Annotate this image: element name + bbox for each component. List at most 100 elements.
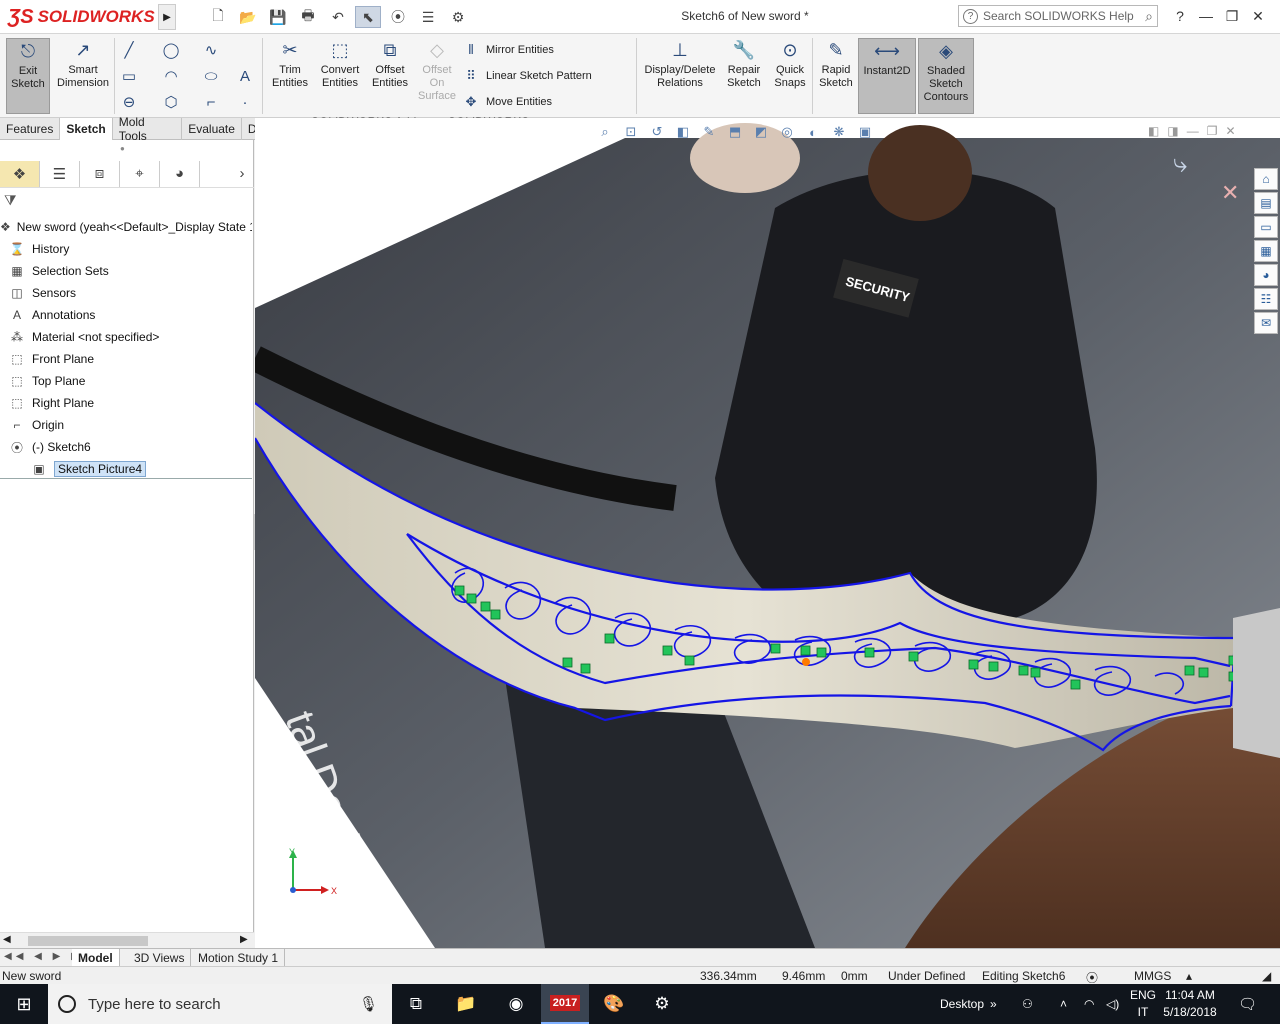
menu-expand-arrow[interactable]: ▶ bbox=[158, 4, 176, 30]
linear-sketch-pattern-button[interactable]: ⠿ Linear Sketch Pattern bbox=[462, 68, 592, 84]
previous-view-icon[interactable]: ↺ bbox=[647, 122, 667, 142]
options-gear-icon[interactable]: ⚙ bbox=[445, 6, 471, 28]
scroll-left-icon[interactable]: ◀ bbox=[3, 934, 11, 945]
undo-icon[interactable]: ↶ bbox=[325, 6, 351, 28]
move-entities-button[interactable]: ✥ Move Entities bbox=[462, 94, 552, 110]
tab-features[interactable]: Features bbox=[0, 118, 61, 140]
hide-show-items-icon[interactable]: ◎ bbox=[777, 122, 797, 142]
microphone-icon[interactable]: 🎙 bbox=[359, 995, 378, 1013]
file-explorer-icon[interactable]: ▭ bbox=[1254, 216, 1278, 238]
status-units[interactable]: MMGS bbox=[1134, 969, 1171, 983]
windows-start-icon[interactable]: ⊞ bbox=[0, 984, 48, 1024]
task-view-icon[interactable]: ⧉ bbox=[392, 984, 440, 1024]
tree-item-right-plane[interactable]: ⬚ Right Plane bbox=[0, 392, 252, 414]
action-center-icon[interactable]: 🗨 bbox=[1238, 984, 1257, 1024]
offset-entities-button[interactable]: ⧉ Offset Entities bbox=[368, 38, 412, 90]
ellipse-icon[interactable]: ⬭ bbox=[200, 66, 222, 86]
rebuild-traffic-light-icon[interactable]: ⦿ bbox=[385, 6, 411, 28]
line-icon[interactable]: ╱ bbox=[118, 40, 140, 60]
open-folder-icon[interactable]: 📂 bbox=[235, 6, 261, 28]
configuration-manager-tab-icon[interactable]: ⧈ bbox=[80, 160, 120, 187]
custom-properties-icon[interactable]: ☷ bbox=[1254, 288, 1278, 310]
tab-sketch[interactable]: Sketch bbox=[60, 118, 113, 140]
print-icon[interactable]: 🖶 bbox=[295, 6, 321, 28]
slot-icon[interactable]: ⊖ bbox=[118, 92, 140, 112]
viewport-tile-left-icon[interactable]: ◧ bbox=[1148, 124, 1159, 138]
solidworks-resources-icon[interactable]: ⌂ bbox=[1254, 168, 1278, 190]
view-orientation-icon[interactable]: ⬒ bbox=[725, 122, 745, 142]
tree-item-front-plane[interactable]: ⬚ Front Plane bbox=[0, 348, 252, 370]
tree-item-material-not-specified[interactable]: ⁂ Material <not specified> bbox=[0, 326, 252, 348]
graphics-viewport[interactable]: SECURITY tal.Deviantart.com ⌕ ⊡ ↺ ◧ ✎ ⬒ … bbox=[255, 118, 1280, 948]
property-manager-tab-icon[interactable]: ☰ bbox=[40, 160, 80, 187]
design-library-icon[interactable]: ▤ bbox=[1254, 192, 1278, 214]
panel-horizontal-scrollbar[interactable]: ◀ ▶ bbox=[0, 932, 254, 948]
display-manager-tab-icon[interactable]: ◕ bbox=[160, 160, 200, 187]
edit-appearance-icon[interactable]: ◐ bbox=[803, 122, 823, 142]
close-icon[interactable]: ✕ bbox=[1246, 4, 1270, 28]
shaded-sketch-contours-button[interactable]: ◈ Shaded Sketch Contours bbox=[918, 38, 974, 114]
rollback-bar[interactable] bbox=[0, 478, 252, 479]
select-pointer-icon[interactable]: ⬉ bbox=[355, 6, 381, 28]
trim-entities-button[interactable]: ✂ Trim Entities bbox=[268, 38, 312, 90]
rapid-sketch-button[interactable]: ✎ Rapid Sketch bbox=[816, 38, 856, 90]
text-icon[interactable]: A bbox=[234, 66, 256, 86]
settings-taskbar-icon[interactable]: ⚙ bbox=[638, 984, 686, 1024]
tree-item-selection-sets[interactable]: ▦ Selection Sets bbox=[0, 260, 252, 282]
solidworks-logo[interactable]: ƷS SOLIDWORKS bbox=[8, 4, 155, 30]
units-chevron-up-icon[interactable]: ▴ bbox=[1186, 969, 1192, 983]
instant2d-button[interactable]: ⟷ Instant2D bbox=[858, 38, 916, 114]
minimize-icon[interactable]: — bbox=[1194, 4, 1218, 28]
viewport-close-icon[interactable]: ✕ bbox=[1225, 124, 1235, 138]
repair-sketch-button[interactable]: 🔧 Repair Sketch bbox=[722, 38, 766, 90]
feature-manager-tab-icon[interactable]: ❖ bbox=[0, 160, 40, 187]
help-search-input[interactable]: ? Search SOLIDWORKS Help ⌕ bbox=[958, 5, 1158, 27]
tree-item-sketch-picture4[interactable]: ▣ Sketch Picture4 bbox=[0, 458, 252, 480]
new-document-icon[interactable]: 🗋 bbox=[205, 6, 231, 28]
view-settings-icon[interactable]: ▣ bbox=[855, 122, 875, 142]
offset-on-surface-button[interactable]: ◇ Offset On Surface bbox=[414, 38, 460, 103]
dynamic-annotation-icon[interactable]: ✎ bbox=[699, 122, 719, 142]
people-icon[interactable]: ⚇ bbox=[1022, 984, 1033, 1024]
tab-evaluate[interactable]: Evaluate bbox=[182, 118, 242, 140]
desktop-toolbar-label[interactable]: Desktop bbox=[940, 984, 984, 1024]
polygon-icon[interactable]: ⬡ bbox=[160, 92, 182, 112]
exit-sketch-button[interactable]: ⎋ Exit Sketch bbox=[6, 38, 50, 114]
tree-item-history[interactable]: ⌛ History bbox=[0, 238, 252, 260]
cancel-sketch-icon[interactable]: ✕ bbox=[1221, 180, 1239, 206]
paint-taskbar-icon[interactable]: 🎨 bbox=[590, 984, 638, 1024]
tree-item-annotations[interactable]: A Annotations bbox=[0, 304, 252, 326]
arc-icon[interactable]: ◠ bbox=[160, 66, 182, 86]
taskbar-search-input[interactable]: Type here to search 🎙 bbox=[48, 984, 392, 1024]
section-view-icon[interactable]: ◧ bbox=[673, 122, 693, 142]
apply-scene-icon[interactable]: ❋ bbox=[829, 122, 849, 142]
viewport-minimize-icon[interactable]: — bbox=[1187, 124, 1199, 138]
display-delete-relations-button[interactable]: ⊥ Display/Delete Relations bbox=[640, 38, 720, 90]
tab-mold-tools[interactable]: Mold Tools bbox=[113, 115, 183, 143]
search-icon[interactable]: ⌕ bbox=[1145, 8, 1153, 25]
tree-item-origin[interactable]: ⌐ Origin bbox=[0, 414, 252, 436]
scroll-thumb[interactable] bbox=[28, 936, 148, 946]
fillet-icon[interactable]: ⌐ bbox=[200, 92, 222, 112]
smart-dimension-button[interactable]: ↗ Smart Dimension bbox=[54, 38, 112, 90]
circle-icon[interactable]: ◯ bbox=[160, 40, 182, 60]
network-icon[interactable]: ◠ bbox=[1084, 984, 1094, 1024]
quick-snaps-button[interactable]: ⊙ Quick Snaps bbox=[770, 38, 810, 90]
zoom-to-area-icon[interactable]: ⊡ bbox=[621, 122, 641, 142]
viewport-restore-icon[interactable]: ❐ bbox=[1207, 124, 1218, 138]
status-bar-resize-icon[interactable]: ◢ bbox=[1262, 969, 1271, 983]
tree-root[interactable]: ❖ New sword (yeah<<Default>_Display Stat… bbox=[0, 216, 252, 238]
bottom-tab-3d-views[interactable]: 3D Views bbox=[128, 949, 192, 967]
tray-chevron-up-icon[interactable]: ˄ bbox=[1060, 984, 1067, 1024]
rectangle-icon[interactable]: ▭ bbox=[118, 66, 140, 86]
dimxpert-manager-tab-icon[interactable]: ⌖ bbox=[120, 160, 160, 187]
file-properties-icon[interactable]: ☰ bbox=[415, 6, 441, 28]
chrome-taskbar-icon[interactable]: ◉ bbox=[492, 984, 540, 1024]
tree-item-top-plane[interactable]: ⬚ Top Plane bbox=[0, 370, 252, 392]
system-clock[interactable]: 11:04 AM 5/18/2018 bbox=[1160, 987, 1220, 1021]
point-icon[interactable]: · bbox=[234, 92, 256, 112]
panel-resize-handle[interactable]: ● bbox=[120, 144, 125, 153]
scroll-right-icon[interactable]: ▶ bbox=[240, 934, 248, 945]
forum-icon[interactable]: ✉ bbox=[1254, 312, 1278, 334]
volume-icon[interactable]: ◁) bbox=[1106, 984, 1119, 1024]
